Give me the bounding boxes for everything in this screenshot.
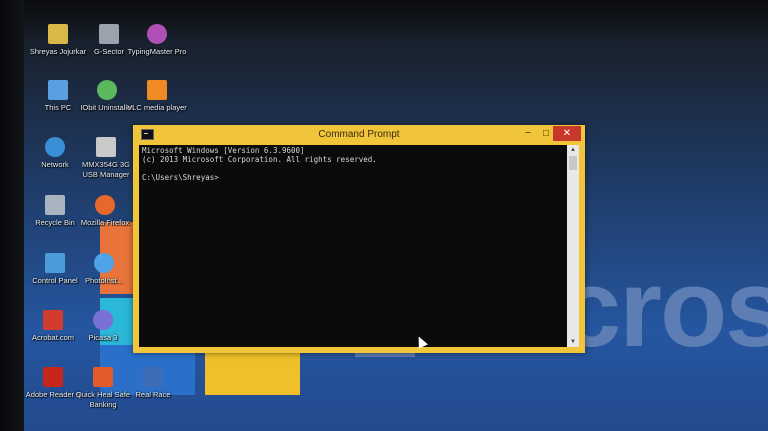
desktop-icon-photoinst[interactable]: PhotoInst...	[73, 253, 135, 286]
g-sector-icon	[99, 24, 119, 44]
desktop-icon-vlc[interactable]: VLC media player	[126, 80, 188, 113]
photo-icon	[94, 253, 114, 273]
control-panel-icon	[45, 253, 65, 273]
firefox-icon	[95, 195, 115, 215]
command-prompt-window[interactable]: Command Prompt − □ ✕ Microsoft Windows […	[133, 125, 585, 353]
iobit-icon	[97, 80, 117, 100]
desktop-icon-real-race[interactable]: Real Race	[122, 367, 184, 400]
desktop-icon-picasa[interactable]: Picasa 3	[72, 310, 134, 343]
computer-icon	[48, 80, 68, 100]
wallpaper-logo-text: cros	[560, 247, 768, 370]
desktop-icon-firefox[interactable]: Mozilla Firefox	[74, 195, 136, 228]
network-icon	[45, 137, 65, 157]
console-line-copyright: (c) 2013 Microsoft Corporation. All righ…	[142, 155, 377, 164]
close-button[interactable]: ✕	[553, 126, 581, 141]
quick-heal-icon	[93, 367, 113, 387]
title-bar[interactable]: Command Prompt − □ ✕	[133, 125, 585, 145]
recycle-bin-icon	[45, 195, 65, 215]
vlc-icon	[147, 80, 167, 100]
console-prompt[interactable]: C:\Users\Shreyas>	[142, 173, 567, 182]
adobe-reader-icon	[43, 367, 63, 387]
usb-modem-icon	[96, 137, 116, 157]
picasa-icon	[93, 310, 113, 330]
folder-icon	[48, 24, 68, 44]
scroll-down-arrow-icon[interactable]: ▼	[567, 337, 579, 347]
acrobat-com-icon	[43, 310, 63, 330]
desktop: cros Shreyas Jojurkar This PC Network Re…	[0, 0, 768, 431]
desktop-icon-usb-manager[interactable]: MMX354G 3G USB Manager	[75, 137, 137, 180]
desktop-icon-typingmaster[interactable]: TypingMaster Pro	[126, 24, 188, 57]
monitor-bezel	[0, 0, 24, 431]
console-output[interactable]: Microsoft Windows [Version 6.3.9600] (c)…	[139, 145, 567, 347]
console-line-version: Microsoft Windows [Version 6.3.9600]	[142, 146, 305, 155]
real-race-icon	[143, 367, 163, 387]
typingmaster-icon	[147, 24, 167, 44]
vertical-scrollbar[interactable]: ▲ ▼	[567, 145, 579, 347]
scroll-up-arrow-icon[interactable]: ▲	[567, 145, 579, 155]
scroll-thumb[interactable]	[569, 156, 577, 170]
